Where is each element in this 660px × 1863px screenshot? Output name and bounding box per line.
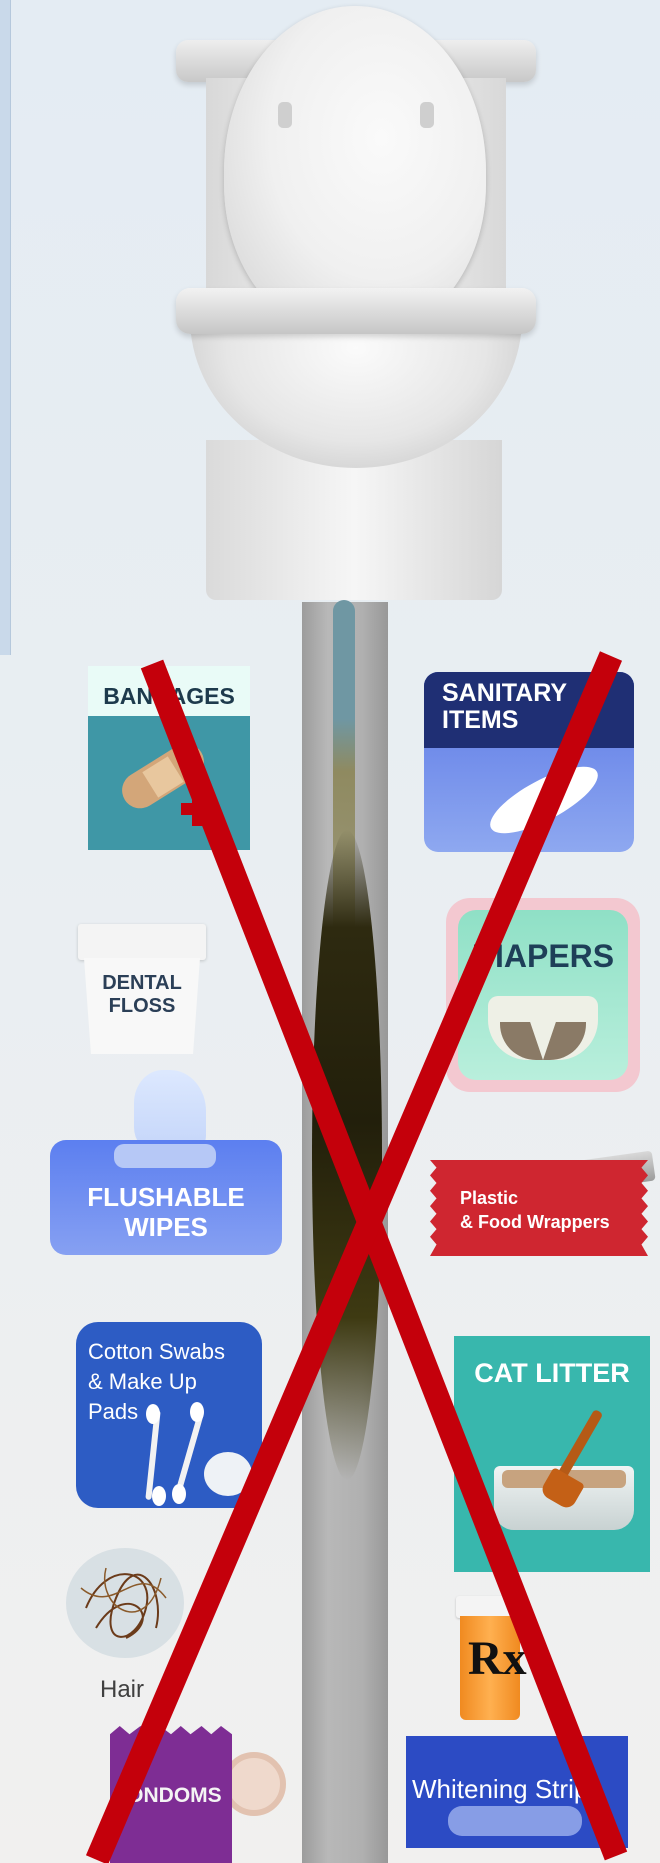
cross-line-up	[85, 651, 623, 1863]
cross-line-down	[140, 659, 628, 1861]
cross-out-icon	[85, 651, 628, 1863]
